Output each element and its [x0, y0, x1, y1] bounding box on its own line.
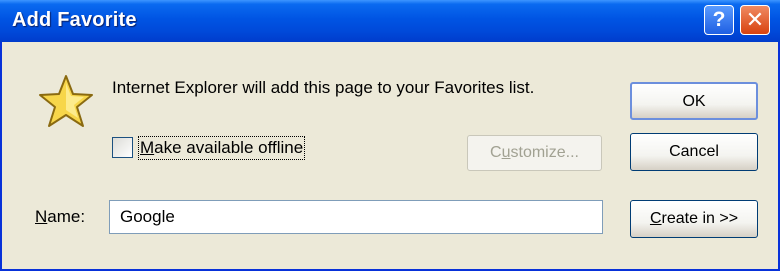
close-button[interactable]: ✕: [740, 5, 770, 35]
help-icon: ?: [712, 8, 726, 31]
add-favorite-dialog: Add Favorite ? ✕ Internet Explorer will …: [0, 0, 780, 271]
cancel-button[interactable]: Cancel: [630, 133, 758, 171]
name-input[interactable]: [109, 200, 603, 234]
customize-button[interactable]: Customize...: [467, 135, 602, 171]
help-button[interactable]: ?: [704, 5, 734, 35]
star-icon: [39, 75, 93, 127]
name-label: Name:: [35, 207, 86, 226]
close-icon: ✕: [745, 7, 765, 32]
create-in-button[interactable]: Create in >>: [630, 200, 758, 238]
info-message: Internet Explorer will add this page to …: [112, 78, 535, 97]
dialog-title: Add Favorite: [12, 9, 137, 31]
offline-checkbox-label[interactable]: Make available offline: [137, 136, 306, 160]
offline-checkbox[interactable]: [112, 137, 133, 158]
title-bar[interactable]: Add Favorite ? ✕: [0, 0, 780, 42]
ok-button[interactable]: OK: [630, 82, 758, 120]
